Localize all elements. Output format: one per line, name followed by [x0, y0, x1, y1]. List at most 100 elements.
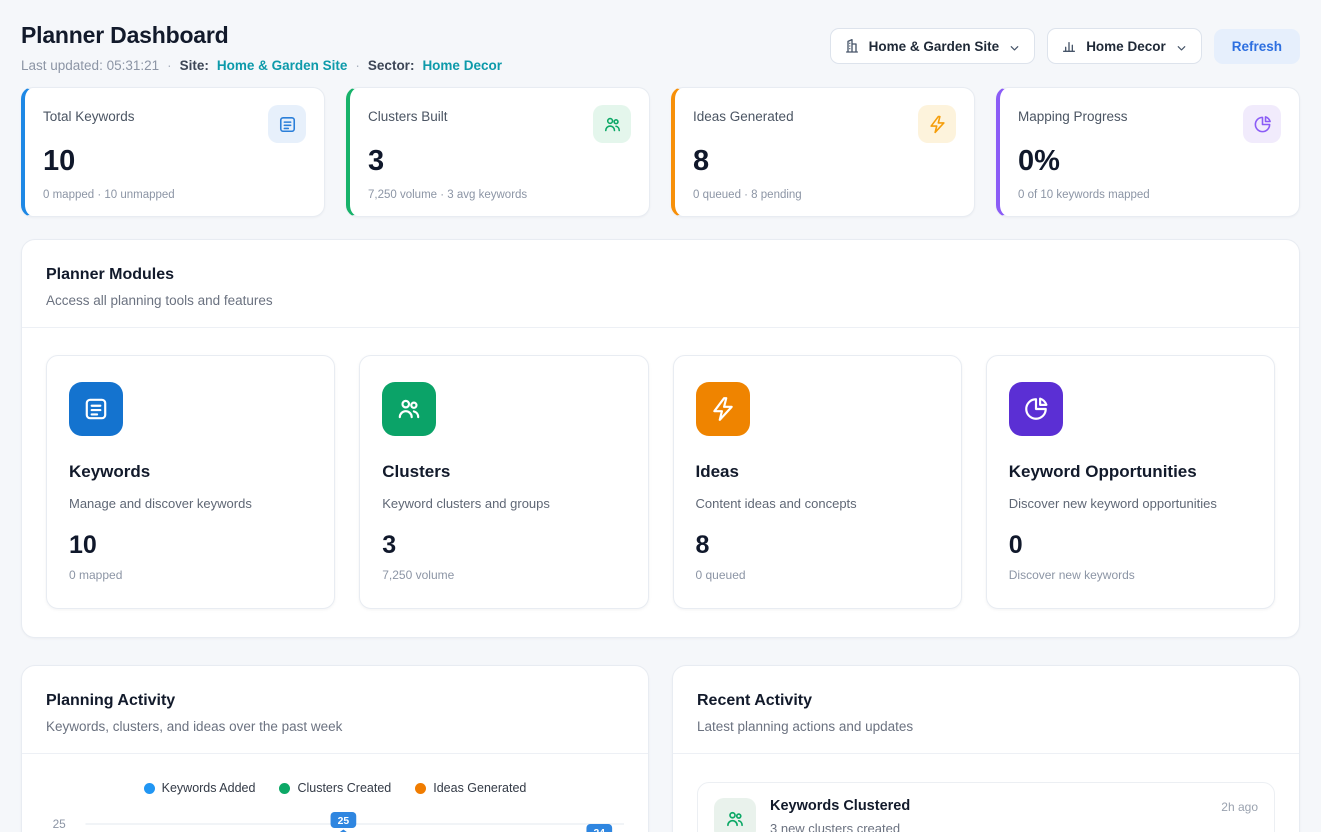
- list-icon: [268, 105, 306, 143]
- planner-dashboard-page: Planner Dashboard Last updated: 05:31:21…: [0, 22, 1321, 832]
- module-detail: Discover new keywords: [1009, 568, 1252, 582]
- module-detail: 0 queued: [696, 568, 939, 582]
- panel-subtitle: Keywords, clusters, and ideas over the p…: [46, 719, 624, 734]
- chevron-down-icon: [1175, 40, 1188, 53]
- area-chart: 25 25 24: [46, 811, 624, 832]
- module-title: Keyword Opportunities: [1009, 462, 1252, 482]
- legend-label: Clusters Created: [297, 781, 391, 795]
- chart-legend: Keywords Added Clusters Created Ideas Ge…: [46, 781, 624, 795]
- refresh-button[interactable]: Refresh: [1214, 29, 1300, 64]
- activity-time: 2h ago: [1221, 798, 1258, 814]
- planner-modules-section: Planner Modules Access all planning tool…: [21, 239, 1300, 638]
- y-axis-tick: 25: [53, 817, 67, 831]
- module-value: 8: [696, 531, 939, 560]
- stat-card-clusters-built: Clusters Built 3 7,250 volume · 3 avg ke…: [346, 87, 650, 217]
- stat-label: Mapping Progress: [1018, 105, 1128, 124]
- last-updated-text: Last updated: 05:31:21: [21, 58, 159, 73]
- topbar-controls: Home & Garden Site Home Decor Refresh: [830, 28, 1300, 64]
- site-label: Site:: [180, 58, 209, 73]
- activity-description: 3 new clusters created: [770, 821, 1207, 832]
- module-description: Discover new keyword opportunities: [1009, 496, 1252, 511]
- legend-label: Ideas Generated: [433, 781, 526, 795]
- users-icon: [593, 105, 631, 143]
- stat-detail: 7,250 volume · 3 avg keywords: [368, 189, 631, 201]
- stat-label: Ideas Generated: [693, 105, 794, 124]
- pie-chart-icon: [1243, 105, 1281, 143]
- sector-link[interactable]: Home Decor: [422, 58, 502, 73]
- sector-selector[interactable]: Home Decor: [1047, 28, 1202, 64]
- list-icon: [69, 382, 123, 436]
- point-label-badge: 24: [586, 824, 612, 832]
- legend-item-clusters-created: Clusters Created: [279, 781, 391, 795]
- module-value: 0: [1009, 531, 1252, 560]
- module-title: Ideas: [696, 462, 939, 482]
- stat-card-total-keywords: Total Keywords 10 0 mapped · 10 unmapped: [21, 87, 325, 217]
- stat-card-mapping-progress: Mapping Progress 0% 0 of 10 keywords map…: [996, 87, 1300, 217]
- module-description: Content ideas and concepts: [696, 496, 939, 511]
- activity-body: Keywords Clustered 3 new clusters create…: [770, 798, 1207, 832]
- divider: [22, 753, 648, 754]
- stat-detail: 0 queued · 8 pending: [693, 189, 956, 201]
- stat-detail: 0 mapped · 10 unmapped: [43, 189, 306, 201]
- module-card-clusters[interactable]: Clusters Keyword clusters and groups 3 7…: [359, 355, 648, 609]
- legend-dot: [279, 783, 290, 794]
- module-card-keyword-opportunities[interactable]: Keyword Opportunities Discover new keywo…: [986, 355, 1275, 609]
- planning-activity-chart: 25 25 24: [46, 811, 624, 832]
- site-selector[interactable]: Home & Garden Site: [830, 28, 1036, 64]
- chevron-down-icon: [1008, 40, 1021, 53]
- panel-title: Recent Activity: [697, 692, 1275, 710]
- stat-label: Total Keywords: [43, 105, 135, 124]
- stat-value: 3: [368, 145, 631, 178]
- activity-title: Keywords Clustered: [770, 798, 1207, 814]
- legend-item-keywords-added: Keywords Added: [144, 781, 256, 795]
- module-card-keywords[interactable]: Keywords Manage and discover keywords 10…: [46, 355, 335, 609]
- legend-dot: [415, 783, 426, 794]
- stat-value: 10: [43, 145, 306, 178]
- module-detail: 7,250 volume: [382, 568, 625, 582]
- svg-text:25: 25: [338, 816, 350, 827]
- stats-row: Total Keywords 10 0 mapped · 10 unmapped…: [21, 87, 1300, 217]
- svg-text:24: 24: [594, 828, 606, 832]
- module-title: Clusters: [382, 462, 625, 482]
- panel-subtitle: Latest planning actions and updates: [697, 719, 1275, 734]
- site-link[interactable]: Home & Garden Site: [217, 58, 348, 73]
- module-detail: 0 mapped: [69, 568, 312, 582]
- stat-card-ideas-generated: Ideas Generated 8 0 queued · 8 pending: [671, 87, 975, 217]
- building-icon: [844, 38, 860, 54]
- stat-detail: 0 of 10 keywords mapped: [1018, 189, 1281, 201]
- legend-label: Keywords Added: [162, 781, 256, 795]
- bolt-icon: [918, 105, 956, 143]
- site-selector-label: Home & Garden Site: [869, 39, 1000, 54]
- topbar-left: Planner Dashboard Last updated: 05:31:21…: [21, 22, 502, 73]
- users-icon: [714, 798, 756, 832]
- bottom-row: Planning Activity Keywords, clusters, an…: [21, 665, 1300, 832]
- module-description: Keyword clusters and groups: [382, 496, 625, 511]
- sector-selector-label: Home Decor: [1086, 39, 1166, 54]
- section-subtitle: Access all planning tools and features: [46, 293, 1275, 308]
- point-label-badge: 25: [331, 812, 357, 828]
- divider: [22, 327, 1299, 328]
- module-title: Keywords: [69, 462, 312, 482]
- pie-chart-icon: [1009, 382, 1063, 436]
- recent-activity-panel: Recent Activity Latest planning actions …: [672, 665, 1300, 832]
- meta-line: Last updated: 05:31:21 · Site: Home & Ga…: [21, 58, 502, 73]
- meta-separator: ·: [355, 58, 360, 73]
- page-title: Planner Dashboard: [21, 22, 502, 49]
- legend-dot: [144, 783, 155, 794]
- module-card-ideas[interactable]: Ideas Content ideas and concepts 8 0 que…: [673, 355, 962, 609]
- module-value: 10: [69, 531, 312, 560]
- legend-item-ideas-generated: Ideas Generated: [415, 781, 526, 795]
- bolt-icon: [696, 382, 750, 436]
- module-value: 3: [382, 531, 625, 560]
- planning-activity-panel: Planning Activity Keywords, clusters, an…: [21, 665, 649, 832]
- panel-title: Planning Activity: [46, 692, 624, 710]
- stat-label: Clusters Built: [368, 105, 448, 124]
- stat-value: 8: [693, 145, 956, 178]
- stat-value: 0%: [1018, 145, 1281, 178]
- meta-separator: ·: [167, 58, 172, 73]
- sector-label: Sector:: [368, 58, 415, 73]
- divider: [673, 753, 1299, 754]
- section-title: Planner Modules: [46, 266, 1275, 284]
- bar-chart-icon: [1061, 38, 1077, 54]
- users-icon: [382, 382, 436, 436]
